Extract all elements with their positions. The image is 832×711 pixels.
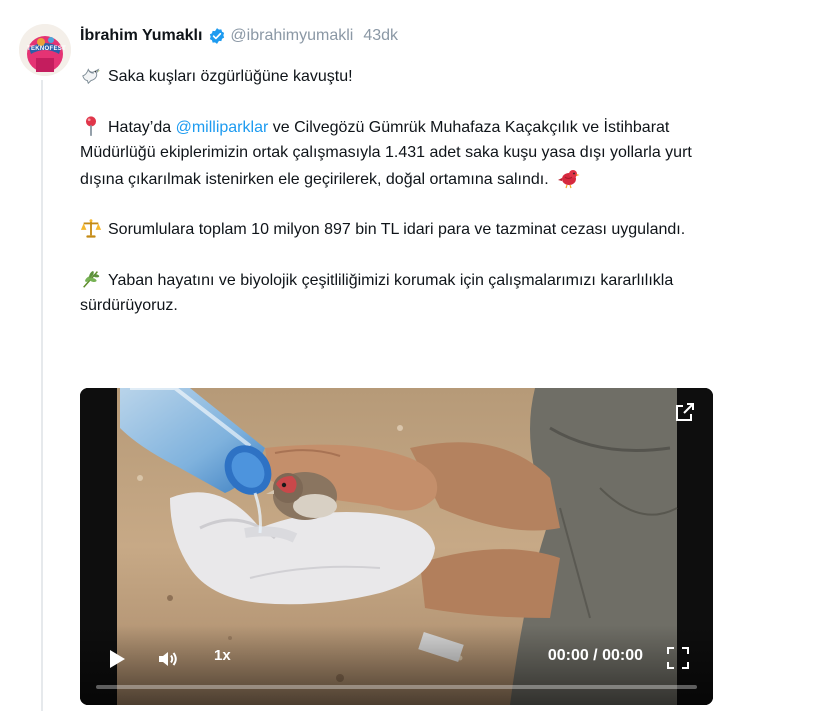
author-handle[interactable]: @ibrahimyumakli bbox=[230, 27, 353, 45]
paragraph-1: Saka kuşları özgürlüğüne kavuştu! bbox=[80, 64, 720, 90]
mention-milliparklar-link[interactable]: @milliparklar bbox=[176, 119, 269, 136]
volume-icon[interactable] bbox=[156, 647, 180, 671]
play-icon[interactable] bbox=[108, 649, 126, 669]
post-header: İbrahim Yumaklı @ibrahimyumakli 43dk bbox=[80, 22, 720, 50]
avatar-logo-text: TEKNOFEST bbox=[27, 46, 67, 52]
video-progress-bar[interactable] bbox=[96, 685, 697, 689]
open-in-new-icon[interactable] bbox=[673, 400, 697, 424]
verified-badge-icon bbox=[210, 28, 225, 44]
paragraph-1-text: Saka kuşları özgürlüğüne kavuştu! bbox=[108, 68, 353, 85]
round-pushpin-icon bbox=[85, 115, 97, 136]
paragraph-4: Yaban hayatını ve biyolojik çeşitliliğim… bbox=[80, 268, 720, 319]
playback-speed-button[interactable]: 1x bbox=[214, 647, 231, 664]
paragraph-4-text: Yaban hayatını ve biyolojik çeşitliliğim… bbox=[80, 271, 674, 315]
author-name[interactable]: İbrahim Yumaklı bbox=[80, 27, 202, 45]
red-bird-icon bbox=[558, 169, 580, 188]
post: İbrahim Yumaklı @ibrahimyumakli 43dk Sak… bbox=[80, 22, 720, 344]
post-text: Saka kuşları özgürlüğüne kavuştu! Hatay’… bbox=[80, 64, 720, 319]
video-controls: 1x 00:00 / 00:00 bbox=[80, 625, 713, 705]
paragraph-2-text-start: Hatay’da bbox=[108, 118, 176, 136]
avatar[interactable]: TEKNOFEST bbox=[19, 24, 71, 76]
video-time: 00:00 / 00:00 bbox=[547, 647, 643, 664]
dove-icon bbox=[82, 68, 100, 85]
post-timestamp[interactable]: 43dk bbox=[363, 27, 398, 45]
paragraph-3: Sorumlulara toplam 10 milyon 897 bin TL … bbox=[80, 217, 720, 243]
thread-line bbox=[41, 80, 43, 711]
video-player[interactable]: 1x 00:00 / 00:00 bbox=[80, 388, 713, 705]
paragraph-2: Hatay’da @milliparklar ve Cilvegözü Gümr… bbox=[80, 115, 720, 193]
herb-icon bbox=[83, 270, 100, 288]
balance-scale-icon bbox=[80, 219, 102, 238]
fullscreen-icon[interactable] bbox=[667, 647, 689, 669]
paragraph-3-text: Sorumlulara toplam 10 milyon 897 bin TL … bbox=[108, 221, 686, 238]
